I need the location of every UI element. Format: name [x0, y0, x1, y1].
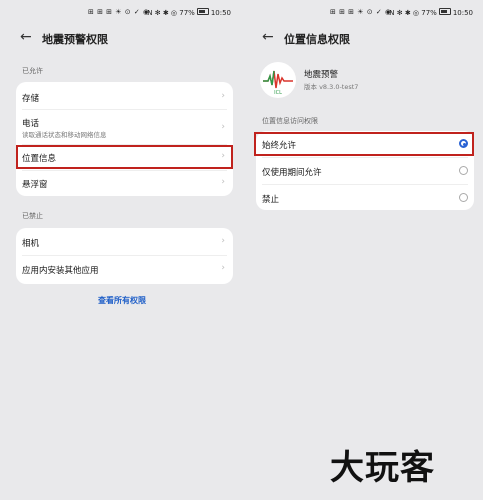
- app-logo-icon: ICL: [260, 62, 296, 98]
- battery-icon: [196, 8, 209, 15]
- watermark-logo: 大玩客: [330, 448, 435, 488]
- radio-unselected-icon[interactable]: [459, 193, 468, 202]
- app-name: 地震预警: [304, 70, 339, 80]
- back-arrow-icon[interactable]: ←: [262, 29, 274, 45]
- permission-label: 电话: [22, 119, 40, 129]
- option-label: 禁止: [262, 195, 280, 205]
- status-right: N ✻ ✱ ◎ 77% 10:50: [147, 8, 231, 17]
- permission-label: 相机: [22, 239, 40, 249]
- status-time: 10:50: [210, 9, 231, 17]
- permission-label: 悬浮窗: [22, 180, 48, 190]
- option-label: 仅使用期间允许: [262, 168, 322, 178]
- chevron-right-icon: ›: [221, 122, 225, 132]
- battery-percent: 77%: [421, 9, 437, 17]
- permission-row-storage[interactable]: 存储 ›: [16, 82, 233, 108]
- denied-section-label: 已禁止: [22, 212, 43, 220]
- option-allow-while-using[interactable]: 仅使用期间允许: [256, 158, 474, 184]
- status-icons: ⊞ ⊞ ⊞ ☀ ⊙ ✓ ◉: [330, 8, 392, 16]
- status-bar: ⊞ ⊞ ⊞ ☀ ⊙ ✓ ◉ N ✻ ✱ ◎ 77% 10:50: [242, 8, 483, 20]
- chevron-right-icon: ›: [221, 263, 225, 273]
- chevron-right-icon: ›: [221, 91, 225, 101]
- logo-text: ICL: [274, 90, 282, 96]
- permission-label: 应用内安装其他应用: [22, 266, 99, 276]
- status-right-icons: N ✻ ✱ ◎: [147, 9, 178, 17]
- battery-icon: [438, 8, 451, 15]
- status-time: 10:50: [452, 9, 473, 17]
- status-bar: ⊞ ⊞ ⊞ ☀ ⊙ ✓ ◉ N ✻ ✱ ◎ 77% 10:50: [0, 8, 241, 20]
- battery-percent: 77%: [179, 9, 195, 17]
- back-arrow-icon[interactable]: ←: [20, 29, 32, 45]
- chevron-right-icon: ›: [221, 177, 225, 187]
- location-permission-screen: ⊞ ⊞ ⊞ ☀ ⊙ ✓ ◉ N ✻ ✱ ◎ 77% 10:50 ← 位置信息权限 …: [242, 0, 483, 500]
- allowed-card: 存储 › 电话 读取通话状态和移动网络信息 › 位置信息 › 悬浮窗 ›: [16, 82, 233, 196]
- header: ← 位置信息权限: [242, 28, 483, 48]
- allowed-section-label: 已允许: [22, 67, 43, 75]
- location-highlight-box: [16, 145, 233, 169]
- location-access-label: 位置信息访问权限: [262, 117, 318, 125]
- page-title: 地震预警权限: [42, 33, 108, 46]
- permission-row-floating-window[interactable]: 悬浮窗 ›: [16, 171, 233, 195]
- denied-card: 相机 › 应用内安装其他应用 ›: [16, 228, 233, 284]
- status-icons: ⊞ ⊞ ⊞ ☀ ⊙ ✓ ◉: [88, 8, 150, 16]
- permission-row-phone[interactable]: 电话 读取通话状态和移动网络信息 ›: [16, 110, 233, 144]
- chevron-right-icon: ›: [221, 236, 225, 246]
- always-allow-highlight-box: [254, 132, 474, 156]
- permission-sublabel: 读取通话状态和移动网络信息: [22, 131, 107, 139]
- view-all-permissions-link[interactable]: 查看所有权限: [98, 295, 146, 306]
- page-title: 位置信息权限: [284, 33, 350, 46]
- status-right: N ✻ ✱ ◎ 77% 10:50: [389, 8, 473, 17]
- seismograph-icon: ICL: [263, 70, 293, 96]
- radio-unselected-icon[interactable]: [459, 166, 468, 175]
- permission-row-camera[interactable]: 相机 ›: [16, 228, 233, 255]
- permission-label: 存储: [22, 94, 40, 104]
- status-right-icons: N ✻ ✱ ◎: [389, 9, 420, 17]
- app-version: 版本 v8.3.0-test7: [304, 83, 359, 91]
- permissions-screen: ⊞ ⊞ ⊞ ☀ ⊙ ✓ ◉ N ✻ ✱ ◎ 77% 10:50 ← 地震预警权限 …: [0, 0, 241, 500]
- option-deny[interactable]: 禁止: [256, 185, 474, 210]
- permission-row-install-apps[interactable]: 应用内安装其他应用 ›: [16, 256, 233, 283]
- header: ← 地震预警权限: [0, 28, 241, 48]
